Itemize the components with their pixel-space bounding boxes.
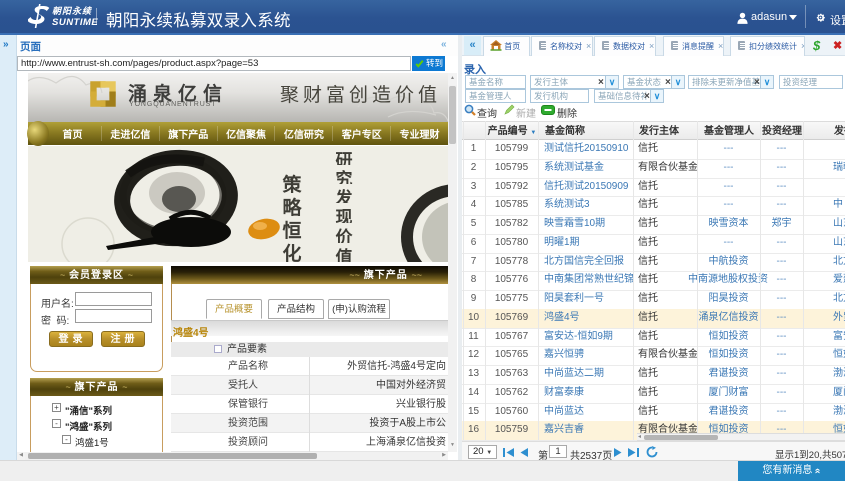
svg-text:朝阳永续: 朝阳永续 bbox=[52, 6, 93, 16]
svg-text:SUNTIME: SUNTIME bbox=[52, 17, 98, 28]
